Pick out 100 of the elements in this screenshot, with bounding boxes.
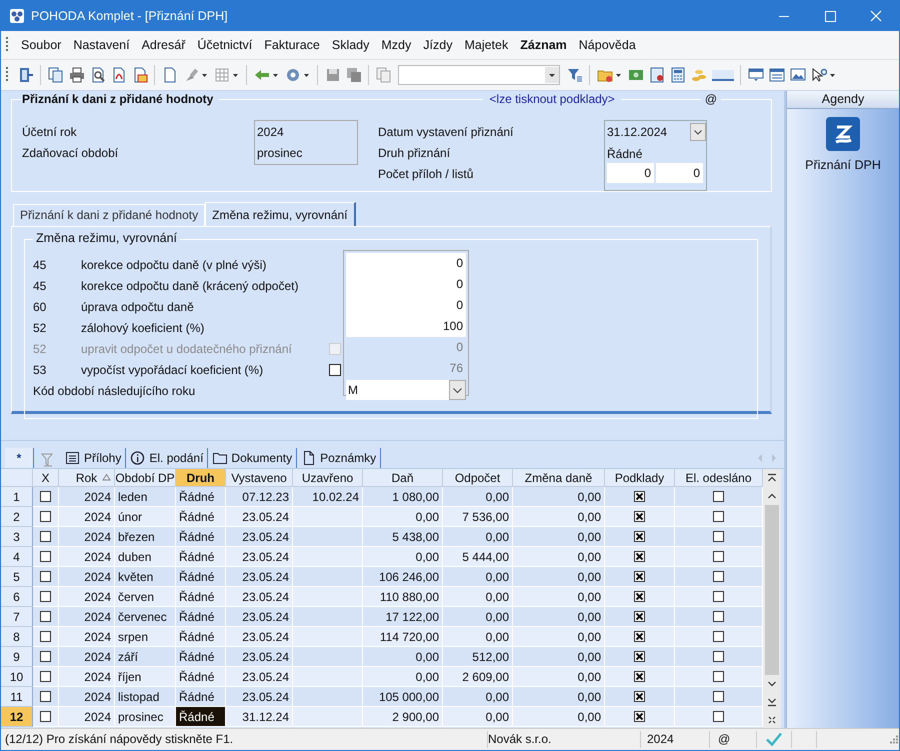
checkbox[interactable] bbox=[40, 511, 51, 522]
checkbox[interactable] bbox=[713, 531, 724, 542]
window-icon[interactable] bbox=[790, 67, 806, 83]
checkbox[interactable] bbox=[713, 691, 724, 702]
checkbox[interactable] bbox=[713, 591, 724, 602]
number-field[interactable]: 0 bbox=[346, 274, 466, 295]
number-field[interactable]: 0 bbox=[346, 295, 466, 316]
checkbox[interactable] bbox=[634, 511, 645, 522]
collapse-icon[interactable] bbox=[767, 715, 777, 725]
exit-icon[interactable] bbox=[18, 67, 34, 83]
tab[interactable]: Přiznání k dani z přidané hodnoty bbox=[13, 204, 206, 226]
number-field[interactable]: 0 bbox=[346, 253, 466, 274]
checkbox[interactable] bbox=[713, 551, 724, 562]
checkbox[interactable] bbox=[634, 571, 645, 582]
checkbox[interactable] bbox=[40, 571, 51, 582]
checkbox[interactable] bbox=[634, 591, 645, 602]
date-field[interactable]: 31.12.2024 bbox=[607, 122, 706, 142]
document-icon[interactable] bbox=[162, 67, 178, 83]
tab[interactable]: Poznámky bbox=[297, 448, 382, 468]
help-pointer-icon[interactable] bbox=[810, 67, 826, 83]
checkbox[interactable] bbox=[634, 491, 645, 502]
row-number[interactable]: 8 bbox=[1, 627, 33, 647]
menu-item[interactable]: Účetnictví bbox=[191, 38, 258, 52]
menu-item[interactable]: Fakturace bbox=[258, 38, 326, 52]
checkbox[interactable] bbox=[634, 531, 645, 542]
menu-item[interactable]: Mzdy bbox=[375, 38, 418, 52]
menu-item[interactable]: Sklady bbox=[326, 38, 376, 52]
number-field[interactable]: 0 bbox=[607, 163, 654, 183]
caret-icon[interactable] bbox=[690, 123, 706, 141]
row-number[interactable]: 1 bbox=[1, 487, 33, 507]
number-field[interactable]: 0 bbox=[656, 163, 703, 183]
tab[interactable]: Změna režimu, vyrovnání bbox=[205, 202, 356, 226]
preview-icon[interactable] bbox=[90, 67, 106, 83]
checkbox[interactable] bbox=[40, 591, 51, 602]
checkbox[interactable] bbox=[40, 631, 51, 642]
checkbox[interactable] bbox=[713, 631, 724, 642]
save-icon[interactable] bbox=[324, 67, 340, 83]
tab[interactable]: * bbox=[5, 448, 34, 468]
copy-icon[interactable] bbox=[48, 67, 64, 83]
tab[interactable]: Přílohy bbox=[61, 448, 126, 468]
checkbox[interactable] bbox=[713, 571, 724, 582]
row-number[interactable]: 2 bbox=[1, 507, 33, 527]
checkbox[interactable] bbox=[713, 511, 724, 522]
checkbox[interactable] bbox=[40, 491, 51, 502]
checkbox[interactable] bbox=[40, 671, 51, 682]
row-number[interactable]: 5 bbox=[1, 567, 33, 587]
menu-item[interactable]: Jízdy bbox=[417, 38, 458, 52]
checkbox[interactable] bbox=[634, 551, 645, 562]
row-number[interactable]: 10 bbox=[1, 667, 33, 687]
dropdown-field[interactable]: M bbox=[346, 380, 466, 400]
filter-icon[interactable] bbox=[566, 67, 582, 83]
checkbox[interactable] bbox=[713, 671, 724, 682]
menu-item[interactable]: Majetek bbox=[458, 38, 514, 52]
scroll-up-icon[interactable] bbox=[767, 491, 777, 501]
checkbox[interactable] bbox=[634, 631, 645, 642]
money-icon[interactable] bbox=[628, 67, 644, 83]
print-link[interactable]: <lze tisknout podklady> bbox=[483, 92, 621, 106]
checkbox[interactable] bbox=[634, 691, 645, 702]
checkbox[interactable] bbox=[40, 691, 51, 702]
menu-item[interactable]: Záznam bbox=[514, 38, 573, 52]
checkbox[interactable] bbox=[713, 491, 724, 502]
row-number[interactable]: 9 bbox=[1, 647, 33, 667]
row-number[interactable]: 7 bbox=[1, 607, 33, 627]
tab[interactable]: El. podání bbox=[126, 448, 208, 468]
menu-item[interactable]: Soubor bbox=[15, 38, 68, 52]
tab[interactable]: Dokumenty bbox=[208, 448, 298, 468]
row-number[interactable]: 6 bbox=[1, 587, 33, 607]
scroll-bottom-icon[interactable] bbox=[767, 697, 777, 707]
checkbox[interactable] bbox=[713, 711, 724, 722]
window-icon[interactable] bbox=[748, 67, 764, 83]
scroll-top-icon[interactable] bbox=[767, 473, 777, 483]
checkbox[interactable] bbox=[634, 651, 645, 662]
checkbox[interactable] bbox=[713, 611, 724, 622]
window-icon[interactable] bbox=[768, 67, 784, 83]
checkbox[interactable] bbox=[713, 651, 724, 662]
checkbox[interactable] bbox=[634, 671, 645, 682]
checkbox[interactable] bbox=[40, 531, 51, 542]
row-number[interactable]: 4 bbox=[1, 547, 33, 567]
checkbox[interactable] bbox=[40, 651, 51, 662]
menu-item[interactable]: Nápověda bbox=[572, 38, 642, 52]
checkbox[interactable] bbox=[40, 711, 51, 722]
checkbox[interactable] bbox=[40, 551, 51, 562]
dropdown-field[interactable] bbox=[398, 65, 560, 85]
checkbox[interactable] bbox=[329, 364, 341, 376]
agenda-item[interactable]: Přiznání DPH bbox=[805, 117, 881, 172]
row-number[interactable]: 11 bbox=[1, 687, 33, 707]
number-field[interactable]: 100 bbox=[346, 316, 466, 337]
caret-icon[interactable] bbox=[449, 380, 466, 400]
checkbox[interactable] bbox=[634, 711, 645, 722]
menu-item[interactable]: Nastavení bbox=[67, 38, 136, 52]
menu-item[interactable]: Adresář bbox=[136, 38, 192, 52]
scrollbar[interactable] bbox=[763, 469, 781, 729]
checkbox[interactable] bbox=[40, 611, 51, 622]
row-number[interactable]: 12 bbox=[1, 707, 33, 727]
scroll-thumb[interactable] bbox=[765, 505, 779, 675]
row-number[interactable]: 3 bbox=[1, 527, 33, 547]
checkbox[interactable] bbox=[634, 611, 645, 622]
print-icon[interactable] bbox=[68, 67, 84, 83]
scroll-down-icon[interactable] bbox=[767, 679, 777, 689]
column-header[interactable]: Druh bbox=[176, 469, 226, 487]
